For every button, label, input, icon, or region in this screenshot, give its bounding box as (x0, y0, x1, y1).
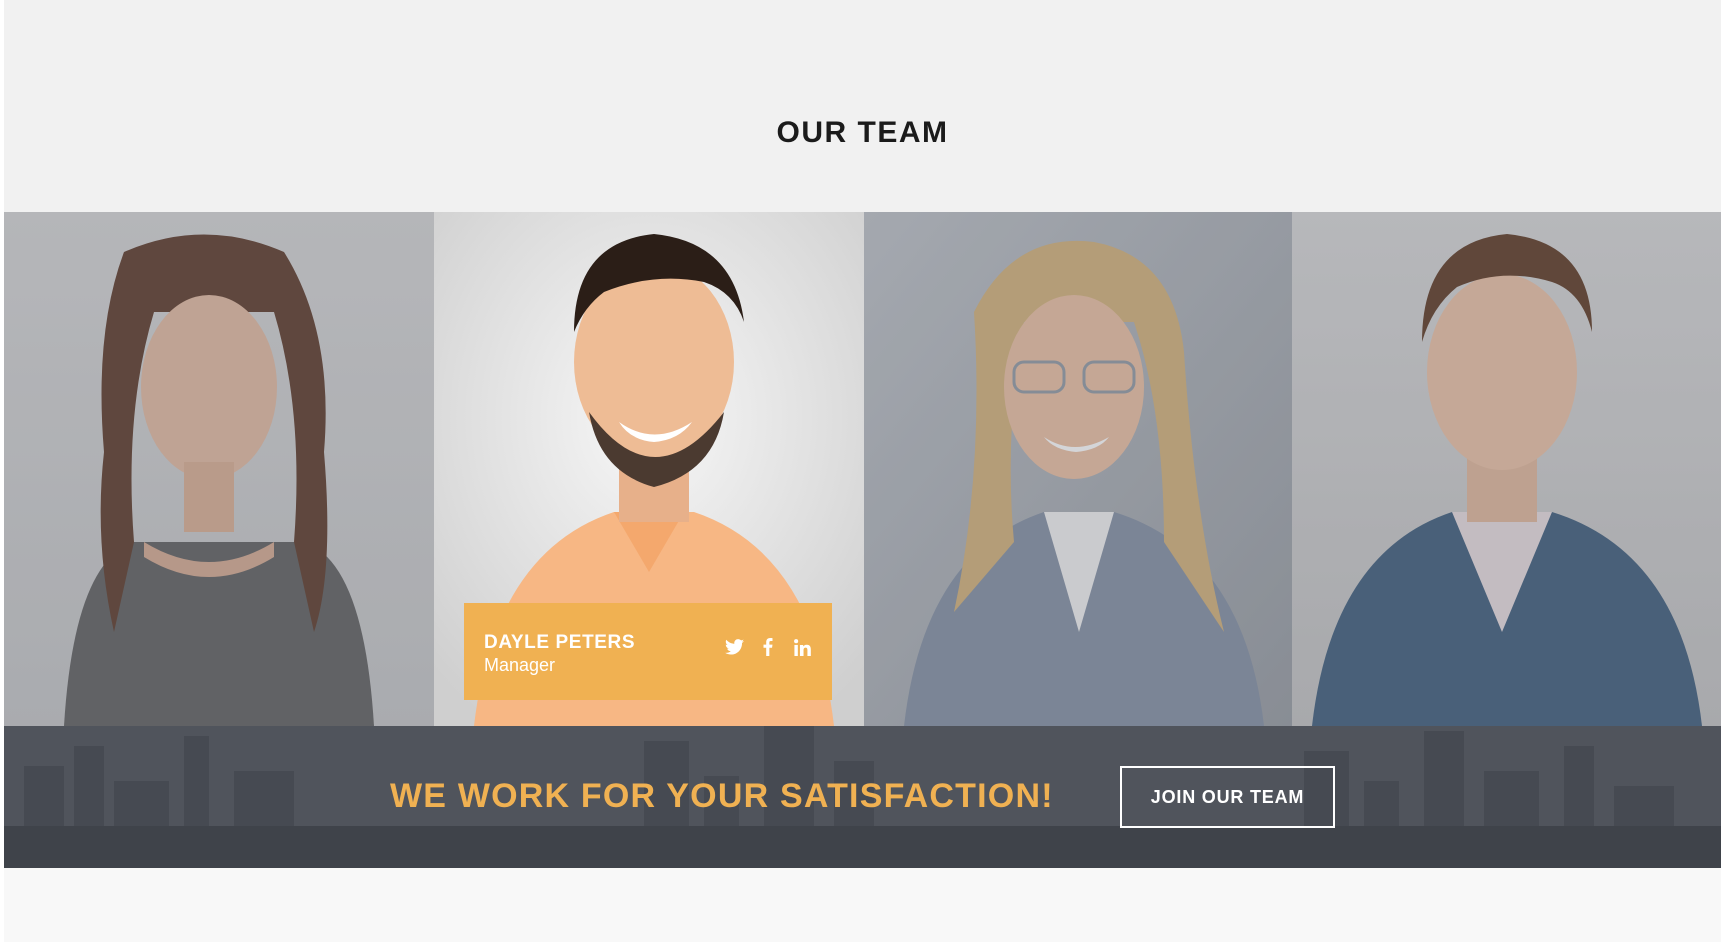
member-role: Manager (484, 655, 556, 675)
linkedin-icon[interactable] (792, 637, 812, 657)
join-our-team-button[interactable]: JOIN OUR TEAM (1120, 766, 1335, 828)
team-member-card[interactable] (1292, 212, 1721, 726)
twitter-icon[interactable] (724, 637, 744, 657)
photo-overlay (1292, 212, 1721, 726)
photo-overlay (4, 212, 434, 726)
section-title: OUR TEAM (776, 116, 949, 149)
social-links (724, 637, 812, 657)
cta-banner: WE WORK FOR YOUR SATISFACTION! JOIN OUR … (4, 726, 1721, 868)
facebook-icon[interactable] (758, 637, 778, 657)
team-member-card-featured[interactable]: DAYLE PETERS Manager (434, 212, 864, 726)
team-grid: DAYLE PETERS Manager (4, 212, 1721, 726)
team-section-header: OUR TEAM (4, 0, 1721, 212)
member-name: DAYLE PETERS (484, 632, 636, 653)
team-member-card[interactable] (4, 212, 434, 726)
page: OUR TEAM DAYLE PETERS Manager WE WORK FO… (4, 0, 1721, 942)
footer-area (4, 868, 1721, 942)
cta-headline: WE WORK FOR YOUR SATISFACTION! (390, 777, 1054, 815)
photo-overlay (864, 212, 1292, 726)
team-member-card[interactable] (864, 212, 1292, 726)
member-info-card: DAYLE PETERS Manager (464, 603, 832, 700)
